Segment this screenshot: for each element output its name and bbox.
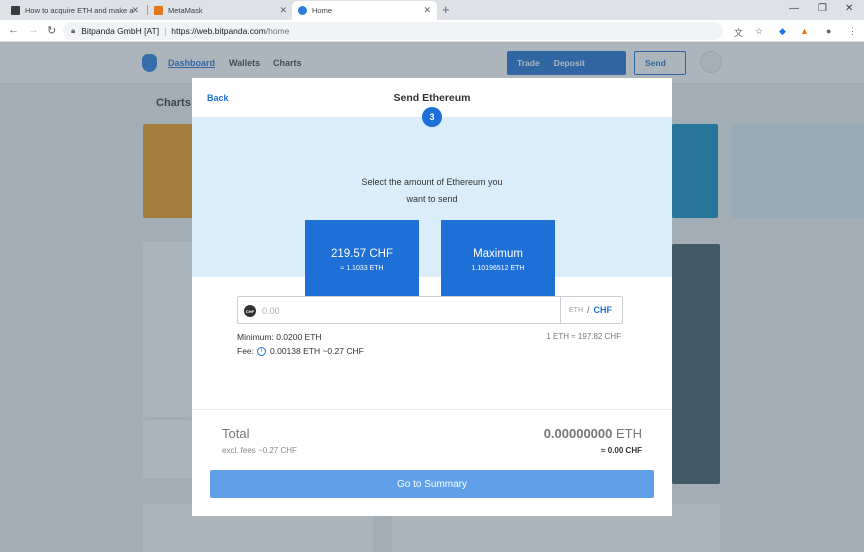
tab-title: Home bbox=[312, 6, 333, 15]
chf-currency-icon: CHF bbox=[244, 305, 256, 317]
tab-close-icon[interactable]: ✕ bbox=[423, 5, 431, 16]
maximum-label: Maximum bbox=[473, 248, 523, 260]
tab-close-icon[interactable]: ✕ bbox=[279, 5, 287, 16]
browser-tab-active[interactable]: Home ✕ bbox=[292, 1, 437, 20]
unit-separator: / bbox=[587, 305, 590, 315]
tab-title: MetaMask bbox=[168, 6, 203, 15]
metamask-extension-icon[interactable]: ▲ bbox=[800, 26, 809, 36]
url-host: https://web.bitpanda.com bbox=[171, 26, 266, 36]
amount-options-panel: Select the amount of Ethereum you want t… bbox=[192, 117, 672, 298]
menu-icon[interactable]: ⋮ bbox=[848, 26, 857, 37]
preset-amount-main: 219.57 CHF bbox=[330, 248, 393, 260]
bookmark-star-icon[interactable]: ☆ bbox=[755, 26, 763, 37]
tab-close-icon[interactable]: ✕ bbox=[131, 5, 139, 16]
restore-icon[interactable]: ❐ bbox=[818, 3, 827, 14]
address-bar[interactable]: 🔒︎ Bitpanda GmbH [AT] | https://web.bitp… bbox=[63, 22, 723, 40]
total-unit: ETH bbox=[616, 426, 642, 441]
exchange-rate: 1 ETH ≈ 197.82 CHF bbox=[546, 332, 621, 341]
fee-label: Fee: bbox=[237, 346, 255, 356]
close-window-icon[interactable]: ✕ bbox=[845, 3, 853, 14]
omnibox-separator: | bbox=[164, 26, 167, 36]
unit-chf-option[interactable]: CHF bbox=[594, 305, 613, 315]
account-icon[interactable]: ● bbox=[826, 26, 831, 36]
fee-value: 0.00138 ETH ~0.27 CHF bbox=[270, 346, 364, 356]
info-icon[interactable]: i bbox=[257, 346, 267, 356]
excl-fees-note: excl. fees ~0.27 CHF bbox=[222, 446, 297, 455]
site-identity: Bitpanda GmbH [AT] bbox=[81, 26, 160, 36]
extension-icon[interactable]: ◆ bbox=[779, 26, 786, 37]
divider bbox=[192, 409, 672, 410]
preset-amount-button[interactable]: 219.57 CHF ≈ 1.1033 ETH bbox=[305, 220, 419, 298]
browser-tab[interactable]: MetaMask ✕ bbox=[148, 1, 293, 20]
browser-toolbar: ← → ↻ 🔒︎ Bitpanda GmbH [AT] | https://we… bbox=[0, 20, 864, 42]
new-tab-icon[interactable]: + bbox=[442, 2, 450, 17]
total-label: Total bbox=[222, 426, 250, 441]
reload-icon[interactable]: ↻ bbox=[47, 24, 56, 37]
amount-field: CHF ETH / CHF bbox=[237, 296, 623, 324]
maximum-eth-value: 1.10196512 ETH bbox=[471, 265, 525, 272]
bitpanda-favicon-icon bbox=[298, 6, 307, 15]
back-arrow-icon[interactable]: ← bbox=[8, 24, 19, 36]
total-amount: 0.00000000 bbox=[543, 426, 613, 441]
amount-input[interactable] bbox=[262, 303, 552, 319]
tab-title: How to acquire ETH and make a bbox=[25, 6, 134, 15]
go-to-summary-button[interactable]: Go to Summary bbox=[210, 470, 654, 498]
browser-tab-strip: How to acquire ETH and make a ✕ MetaMask… bbox=[0, 0, 864, 20]
total-value: 0.00000000 ETH bbox=[544, 426, 642, 441]
tab-favicon-icon bbox=[11, 6, 20, 15]
modal-title: Send Ethereum bbox=[393, 92, 471, 104]
browser-tab[interactable]: How to acquire ETH and make a ✕ bbox=[5, 1, 145, 20]
preset-amount-sub: ≈ 1.1033 ETH bbox=[340, 265, 384, 272]
currency-toggle[interactable]: ETH / CHF bbox=[560, 297, 624, 323]
unit-eth-option[interactable]: ETH bbox=[569, 307, 583, 314]
minimize-icon[interactable]: — bbox=[789, 3, 799, 14]
send-ethereum-modal: Back Send Ethereum Select the amount of … bbox=[192, 78, 672, 516]
forward-arrow-icon[interactable]: → bbox=[28, 24, 39, 36]
maximum-amount-button[interactable]: Maximum 1.10196512 ETH bbox=[441, 220, 555, 298]
prompt-text: Select the amount of Ethereum you bbox=[361, 177, 503, 187]
fee-row: Fee: i 0.00138 ETH ~0.27 CHF bbox=[237, 346, 364, 356]
minimum-amount: Minimum: 0.0200 ETH bbox=[237, 332, 322, 342]
prompt-text: want to send bbox=[406, 194, 458, 204]
step-badge: 3 bbox=[422, 107, 442, 127]
translate-icon[interactable]: 文 bbox=[734, 26, 743, 39]
lock-icon: 🔒︎ bbox=[71, 26, 76, 35]
total-fiat-value: ≈ 0.00 CHF bbox=[601, 446, 642, 455]
metamask-fox-icon bbox=[154, 6, 163, 15]
url-path: /home bbox=[265, 26, 290, 36]
